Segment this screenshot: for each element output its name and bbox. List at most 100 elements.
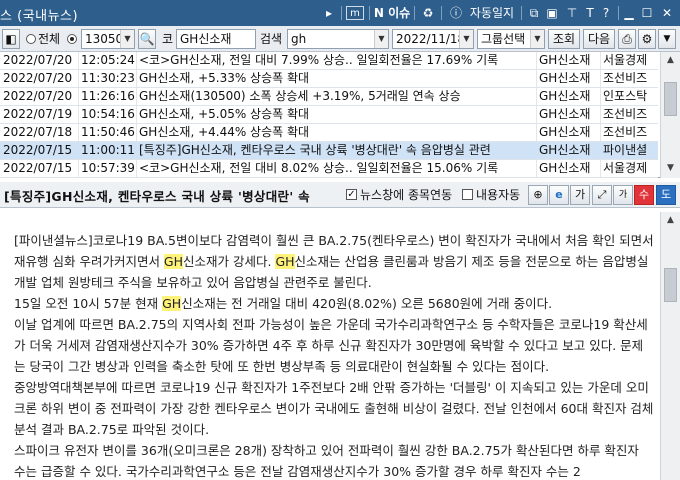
- browser-icon[interactable]: e: [549, 185, 569, 205]
- article-headline: [특징주]GH신소재, 켄타우로스 국내 상륙 '병상대란' 속: [4, 189, 310, 204]
- row-time: 11:00:11: [81, 143, 135, 157]
- article-panel: [파이낸셜뉴스]코로나19 BA.5변이보다 감염력이 훨씬 큰 BA.2.75…: [0, 210, 680, 480]
- restore-icon[interactable]: ▣: [545, 4, 559, 22]
- radio-all[interactable]: [26, 34, 36, 44]
- arrow-icon[interactable]: ▸: [322, 4, 336, 22]
- chevron-down-icon[interactable]: ▼: [658, 29, 676, 49]
- table-row[interactable]: 2022/07/15 10:57:39 <코>GH신소재, 전일 대비 8.02…: [0, 160, 658, 178]
- minimize-icon[interactable]: ▁: [622, 4, 636, 22]
- chevron-down-icon[interactable]: ▼: [120, 30, 134, 48]
- article-paragraph: 중앙방역대책본부에 따르면 코로나19 신규 확진자가 1주전보다 2배 안팎 …: [14, 380, 654, 437]
- table-row-selected[interactable]: 2022/07/15 11:00:11 [특징주]GH신소재, 켄타우로스 국내…: [0, 142, 658, 160]
- row-source: 파이낸셜: [603, 143, 648, 157]
- row-time: 11:26:16: [81, 89, 135, 103]
- market-prefix: 코: [162, 32, 174, 46]
- row-date: 2022/07/15: [3, 143, 73, 157]
- row-stock: GH신소재: [539, 125, 591, 139]
- link-icon[interactable]: ⧉: [527, 4, 541, 22]
- search-input[interactable]: gh ▼: [287, 29, 389, 49]
- scroll-thumb[interactable]: [664, 268, 677, 302]
- table-row[interactable]: 2022/07/20 11:26:16 GH신소재(130500) 소폭 상승세…: [0, 88, 658, 106]
- group-select-value: 그룹선택: [481, 32, 526, 46]
- scroll-thumb[interactable]: [664, 82, 677, 116]
- red-text-button[interactable]: 수: [634, 185, 654, 205]
- scroll-up-icon[interactable]: ▲: [661, 212, 680, 228]
- row-time: 12:05:24: [81, 53, 135, 67]
- scroll-down-icon[interactable]: ▼: [661, 160, 680, 176]
- row-title: GH신소재, +5.05% 상승폭 확대: [139, 107, 310, 121]
- window-title: 스 (국내뉴스): [0, 9, 79, 24]
- table-row[interactable]: 2022/07/19 10:54:16 GH신소재, +5.05% 상승폭 확대…: [0, 106, 658, 124]
- radio-all-label: 전체: [38, 32, 61, 46]
- row-source: 서울경제: [603, 161, 648, 175]
- list-scrollbar[interactable]: ▲ ▼: [660, 52, 680, 178]
- print-icon[interactable]: ⎙: [618, 29, 636, 49]
- calendar-dropdown-icon[interactable]: ▼: [459, 30, 473, 48]
- close-icon[interactable]: ✕: [660, 4, 674, 22]
- zoom-icon[interactable]: ⊕: [528, 185, 548, 205]
- help-icon[interactable]: ?: [600, 4, 612, 22]
- expand-icon[interactable]: ⤢: [592, 185, 612, 205]
- maximize-icon[interactable]: ☐: [640, 4, 654, 22]
- article-body: [파이낸셜뉴스]코로나19 BA.5변이보다 감염력이 훨씬 큰 BA.2.75…: [14, 230, 654, 480]
- pin-icon[interactable]: ⊤: [565, 4, 579, 22]
- separator: [441, 6, 442, 20]
- stock-code-input[interactable]: 130500 ▼: [81, 29, 135, 49]
- table-row[interactable]: 2022/07/18 11:50:46 GH신소재, +4.44% 상승폭 확대…: [0, 124, 658, 142]
- news-list: 2022/07/20 12:05:24 <코>GH신소재, 전일 대비 7.99…: [0, 52, 680, 178]
- row-date: 2022/07/15: [3, 161, 73, 175]
- row-date: 2022/07/19: [3, 107, 73, 121]
- font-button[interactable]: T: [584, 4, 596, 22]
- scroll-up-icon[interactable]: ▲: [661, 52, 680, 68]
- row-time: 10:54:16: [81, 107, 135, 121]
- row-title: <코>GH신소재, 전일 대비 7.99% 상승.. 일일회전율은 17.69%…: [139, 53, 499, 67]
- headline-bar: [특징주]GH신소재, 켄타우로스 국내 상륙 '병상대란' 속 ✓ 뉴스창에 …: [0, 182, 680, 208]
- shield-icon[interactable]: ♻: [420, 4, 436, 22]
- row-date: 2022/07/20: [3, 71, 73, 85]
- row-title: GH신소재, +4.44% 상승폭 확대: [139, 125, 310, 139]
- gear-icon[interactable]: ⚙: [638, 29, 656, 49]
- query-button[interactable]: 조회: [548, 29, 580, 49]
- issue-button[interactable]: N 이슈: [372, 4, 412, 22]
- chevron-down-icon[interactable]: ▼: [374, 30, 388, 48]
- blue-text-button[interactable]: 도: [656, 185, 676, 205]
- separator: [341, 6, 342, 20]
- row-time: 11:50:46: [81, 125, 135, 139]
- row-time: 11:30:23: [81, 71, 135, 85]
- stock-name-field[interactable]: GH신소재: [176, 29, 256, 49]
- radio-stock[interactable]: [67, 34, 77, 44]
- news-link-checkbox[interactable]: ✓: [346, 189, 357, 200]
- row-title: GH신소재(130500) 소폭 상승세 +3.19%, 5거래일 연속 상승: [139, 89, 461, 103]
- article-paragraph: 스파이크 유전자 변이를 36개(오미크론은 28개) 장착하고 있어 전파력이…: [14, 443, 639, 479]
- table-row[interactable]: 2022/07/20 12:05:24 <코>GH신소재, 전일 대비 7.99…: [0, 52, 658, 70]
- row-date: 2022/07/20: [3, 53, 73, 67]
- row-source: 서울경제: [603, 53, 648, 67]
- next-button[interactable]: 다음: [583, 29, 615, 49]
- row-stock: GH신소재: [539, 107, 591, 121]
- search-value: gh: [291, 32, 307, 46]
- group-select[interactable]: 그룹선택 ▼: [477, 29, 545, 49]
- stock-name-value: GH신소재: [180, 32, 232, 46]
- article-paragraph: 이날 업계에 따르면 BA.2.75의 지역사회 전파 가능성이 높은 가운데 …: [14, 317, 648, 374]
- row-stock: GH신소재: [539, 161, 591, 175]
- search-icon[interactable]: 🔍: [138, 29, 156, 49]
- date-field[interactable]: 2022/11/18 ▼: [392, 29, 474, 49]
- separator: [618, 6, 619, 20]
- row-source: 조선비즈: [603, 71, 648, 85]
- font-smaller-button[interactable]: 가: [613, 185, 633, 205]
- table-row[interactable]: 2022/07/20 11:30:23 GH신소재, +5.33% 상승폭 확대…: [0, 70, 658, 88]
- content-auto-checkbox[interactable]: [462, 189, 473, 200]
- window-icon[interactable]: m: [346, 6, 364, 20]
- row-stock: GH신소재: [539, 89, 591, 103]
- row-time: 10:57:39: [81, 161, 135, 175]
- auto-journal-button[interactable]: 자동일지: [466, 4, 518, 22]
- chevron-down-icon[interactable]: ▼: [530, 30, 544, 48]
- separator: [414, 6, 415, 20]
- search-highlight: GH: [162, 296, 182, 311]
- panel-toggle-icon[interactable]: ◧: [2, 29, 20, 49]
- row-source: 인포스탁: [603, 89, 648, 103]
- search-label: 검색: [260, 32, 283, 46]
- article-scrollbar[interactable]: ▲: [660, 212, 680, 480]
- content-auto-label: 내용자동: [476, 188, 521, 202]
- font-larger-button[interactable]: 가: [570, 185, 590, 205]
